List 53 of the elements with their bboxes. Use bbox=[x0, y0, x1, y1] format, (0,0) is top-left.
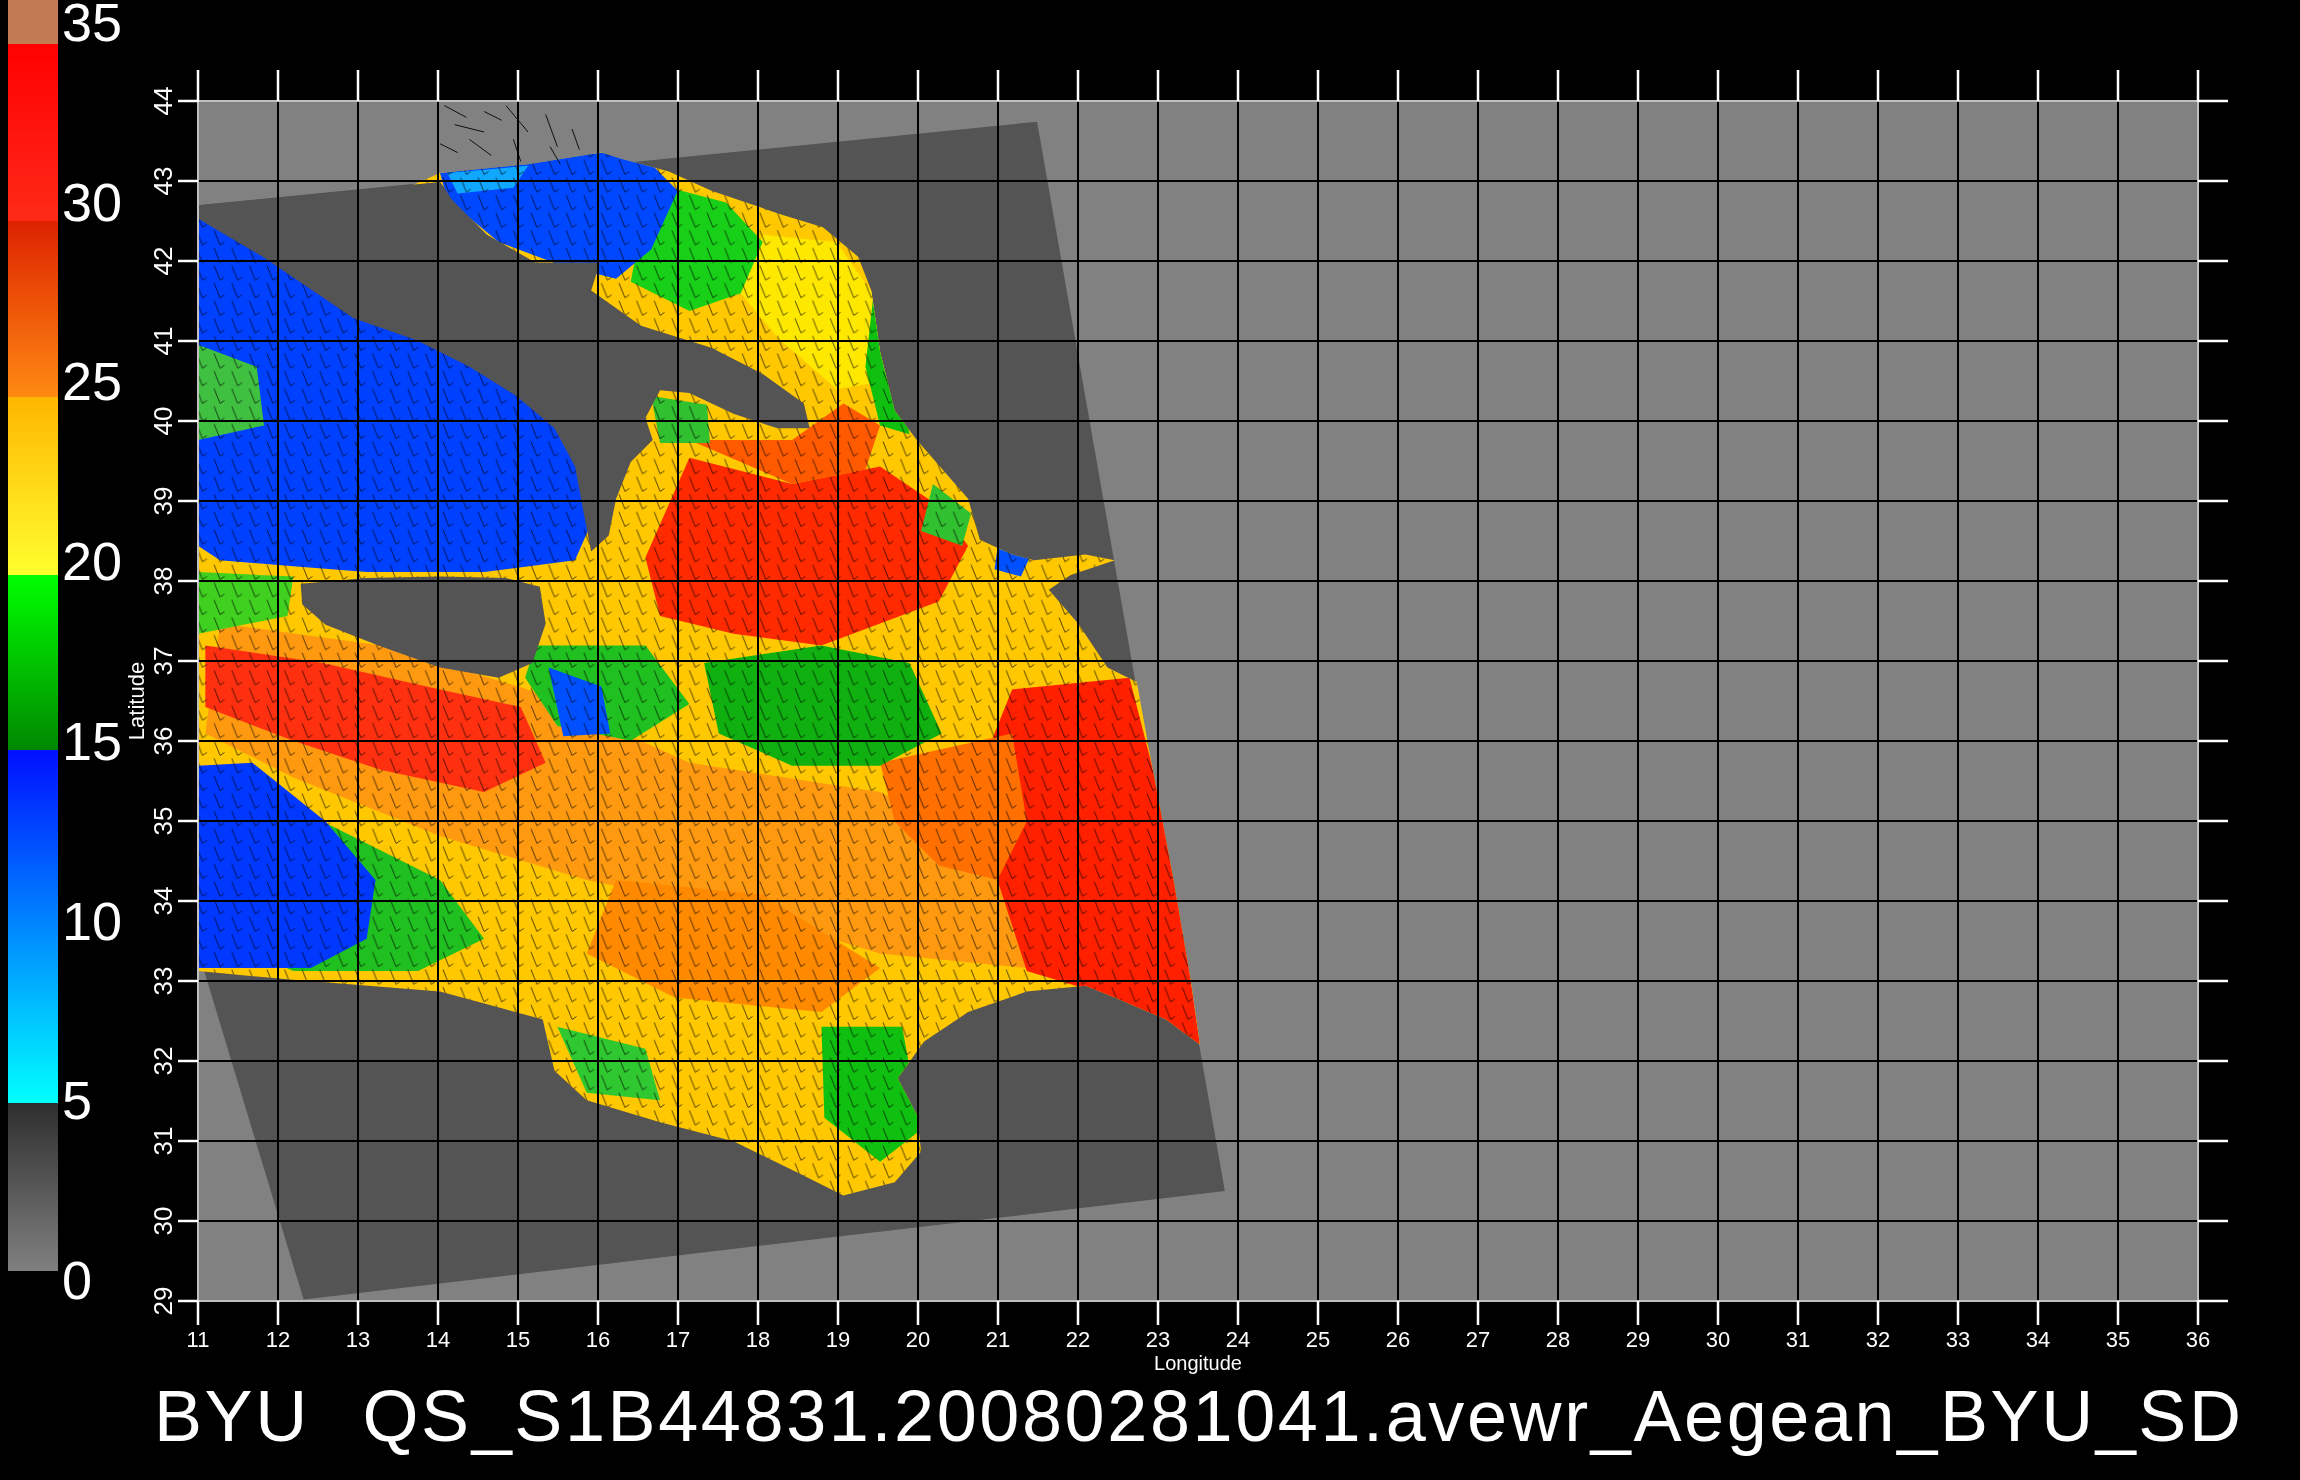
axis-tick-label: 23 bbox=[1145, 1327, 1171, 1352]
axis-tick-label: 33 bbox=[1945, 1327, 1971, 1352]
axis-tick-label: 15 bbox=[505, 1327, 531, 1352]
axis-tick-label: 29 bbox=[148, 1286, 178, 1316]
axis-tick-label: 44 bbox=[148, 86, 178, 116]
axis-tick-label: 31 bbox=[148, 1126, 178, 1156]
axis-tick-label: 38 bbox=[148, 566, 178, 596]
scale-label: 10 bbox=[62, 898, 123, 943]
axis-tick-label: 43 bbox=[148, 166, 178, 196]
axis-tick-label: 27 bbox=[1465, 1327, 1491, 1352]
scale-label: 20 bbox=[62, 539, 123, 584]
axis-tick-label: 11 bbox=[186, 1327, 210, 1352]
axis-tick-label: 33 bbox=[148, 966, 178, 996]
axis-tick-label: 14 bbox=[425, 1327, 451, 1352]
axis-tick-label: 39 bbox=[148, 486, 178, 516]
axis-tick-label: 25 bbox=[1305, 1327, 1331, 1352]
axis-tick-label: 19 bbox=[825, 1327, 851, 1352]
axis-tick-label: 22 bbox=[1065, 1327, 1091, 1352]
scale-label: 5 bbox=[62, 1078, 93, 1123]
axis-tick-label: 42 bbox=[148, 246, 178, 276]
axis-tick-label: 34 bbox=[2025, 1327, 2051, 1352]
scale-label: 30 bbox=[62, 179, 123, 224]
y-axis-title: Latitude bbox=[123, 661, 149, 741]
axis-tick-label: 30 bbox=[1705, 1327, 1731, 1352]
axis-tick-label: 26 bbox=[1385, 1327, 1411, 1352]
axis-tick-label: 18 bbox=[745, 1327, 771, 1352]
axis-tick-label: 30 bbox=[148, 1206, 178, 1236]
axis-tick-label: 21 bbox=[985, 1327, 1011, 1352]
axis-tick-label: 36 bbox=[2185, 1327, 2211, 1352]
axis-tick-label: 40 bbox=[148, 406, 178, 436]
scale-label: 25 bbox=[62, 359, 123, 404]
axis-tick-label: 34 bbox=[148, 886, 178, 916]
scale-label: 0 bbox=[62, 1257, 93, 1302]
axis-tick-label: 31 bbox=[1785, 1327, 1811, 1352]
x-axis-title: Longitude bbox=[1154, 1352, 1242, 1374]
axis-tick-label: 24 bbox=[1225, 1327, 1251, 1352]
axis-tick-label: 29 bbox=[1625, 1327, 1651, 1352]
scale-label: 15 bbox=[62, 718, 123, 763]
plot-title: BYU QS_S1B44831.20080281041.avewr_Aegean_BYU_SD bbox=[154, 1376, 2244, 1458]
axis-tick-label: 28 bbox=[1545, 1327, 1571, 1352]
axis-tick-label: 16 bbox=[585, 1327, 611, 1352]
axis-tick-label: 17 bbox=[665, 1327, 691, 1352]
axis-tick-label: 20 bbox=[905, 1327, 931, 1352]
axis-tick-label: 37 bbox=[148, 646, 178, 676]
scale-label: 35 bbox=[62, 0, 123, 44]
axis-tick-label: 32 bbox=[1865, 1327, 1891, 1352]
axis-tick-label: 35 bbox=[2105, 1327, 2131, 1352]
axis-tick-label: 36 bbox=[148, 726, 178, 756]
axis-tick-label: 13 bbox=[345, 1327, 371, 1352]
axis-tick-label: 41 bbox=[148, 326, 178, 356]
axis-tick-label: 35 bbox=[148, 806, 178, 836]
axis-tick-label: 32 bbox=[148, 1046, 178, 1076]
axis-tick-label: 12 bbox=[265, 1327, 291, 1352]
